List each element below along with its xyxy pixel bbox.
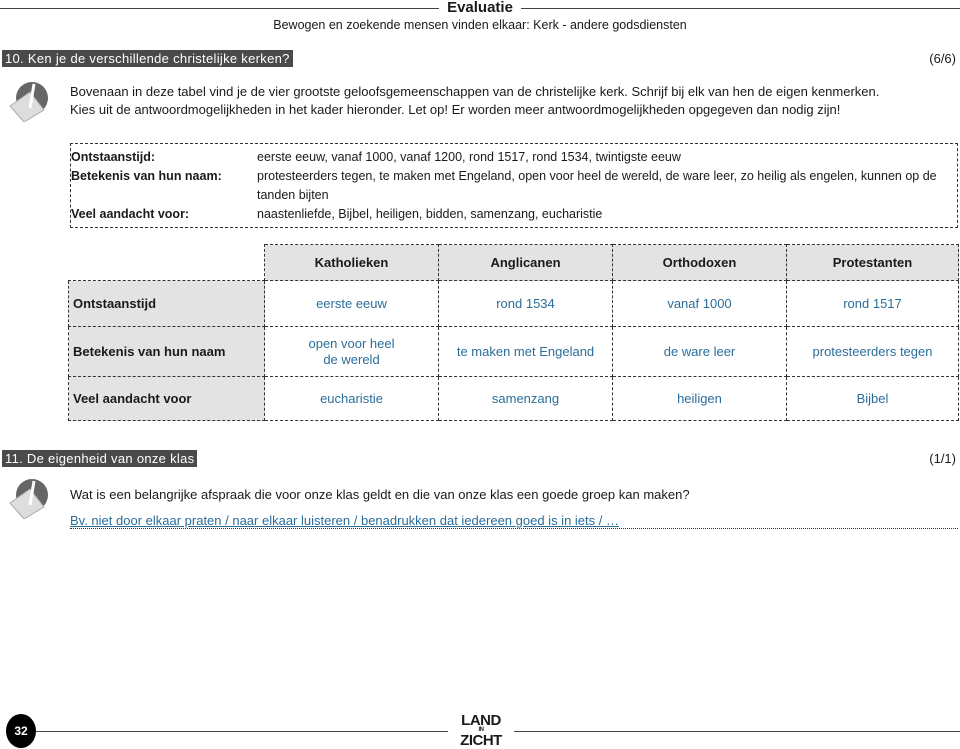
column-header: Protestanten bbox=[786, 244, 959, 281]
option-row: Betekenis van hun naam: protesteerders te… bbox=[71, 167, 957, 205]
column-header: Anglicanen bbox=[438, 244, 613, 281]
option-values: naastenliefde, Bijbel, heiligen, bidden,… bbox=[257, 207, 603, 221]
answer-cell[interactable]: samenzang bbox=[438, 376, 613, 421]
answer-options-box: Ontstaanstijd: eerste eeuw, vanaf 1000, v… bbox=[70, 143, 958, 228]
table-header-row: Katholieken Anglicanen Orthodoxen Protes… bbox=[68, 244, 959, 281]
answer-cell[interactable]: te maken met Engeland bbox=[438, 326, 613, 377]
option-values: eerste eeuw, vanaf 1000, vanaf 1200, ron… bbox=[257, 150, 681, 164]
page-number: 32 bbox=[6, 714, 36, 748]
answer-cell[interactable]: rond 1534 bbox=[438, 280, 613, 327]
churches-table: Katholieken Anglicanen Orthodoxen Protes… bbox=[68, 244, 959, 421]
option-label: Betekenis van hun naam: bbox=[71, 169, 222, 183]
answer-cell[interactable]: heiligen bbox=[612, 376, 787, 421]
table-corner bbox=[68, 244, 265, 281]
land-in-zicht-logo: LAND IN ZICHT bbox=[448, 713, 514, 748]
answer-cell[interactable]: protesteerders tegen bbox=[786, 326, 959, 377]
table-row: Ontstaanstijd eerste eeuw rond 1534 vana… bbox=[68, 280, 959, 327]
pencil-icon bbox=[9, 82, 48, 122]
page-title: Evaluatie bbox=[0, 0, 960, 16]
table-row: Veel aandacht voor eucharistie samenzang… bbox=[68, 376, 959, 421]
table-row: Betekenis van hun naam open voor heel de… bbox=[68, 326, 959, 377]
column-header: Katholieken bbox=[264, 244, 439, 281]
question-10-heading: 10. Ken je de verschillende christelijke… bbox=[2, 50, 293, 67]
option-row: Ontstaanstijd: eerste eeuw, vanaf 1000, v… bbox=[71, 148, 957, 167]
row-label: Veel aandacht voor bbox=[68, 376, 265, 421]
question-10-instruction-2: Kies uit de antwoordmogelijkheden in het… bbox=[70, 102, 841, 117]
column-header: Orthodoxen bbox=[612, 244, 787, 281]
question-11-score: (1/1) bbox=[929, 451, 956, 466]
question-10-instruction-1: Bovenaan in deze tabel vind je de vier g… bbox=[70, 84, 880, 99]
answer-cell[interactable]: de ware leer bbox=[612, 326, 787, 377]
question-10-score: (6/6) bbox=[929, 51, 956, 66]
question-11-heading: 11. De eigenheid van onze klas bbox=[2, 450, 198, 467]
option-row: Veel aandacht voor: naastenliefde, Bijbel… bbox=[71, 205, 957, 224]
option-label: Veel aandacht voor: bbox=[71, 207, 190, 221]
page-subtitle: Bewogen en zoekende mensen vinden elkaar… bbox=[273, 18, 687, 32]
answer-cell[interactable]: rond 1517 bbox=[786, 280, 959, 327]
option-label: Ontstaanstijd: bbox=[71, 150, 156, 164]
answer-cell[interactable]: eucharistie bbox=[264, 376, 439, 421]
row-label: Ontstaanstijd bbox=[68, 280, 265, 327]
answer-cell[interactable]: open voor heel de wereld bbox=[264, 326, 439, 377]
answer-cell[interactable]: eerste eeuw bbox=[264, 280, 439, 327]
pencil-icon bbox=[9, 479, 48, 519]
title-text: Evaluatie bbox=[439, 0, 521, 16]
answer-cell[interactable]: Bijbel bbox=[786, 376, 959, 421]
answer-cell[interactable]: vanaf 1000 bbox=[612, 280, 787, 327]
question-11-text: Wat is een belangrijke afspraak die voor… bbox=[70, 487, 690, 502]
option-values: protesteerders tegen, te maken met Engel… bbox=[257, 169, 937, 202]
row-label: Betekenis van hun naam bbox=[68, 326, 265, 377]
question-11-answer[interactable]: Bv. niet door elkaar praten / naar elkaa… bbox=[70, 513, 958, 529]
